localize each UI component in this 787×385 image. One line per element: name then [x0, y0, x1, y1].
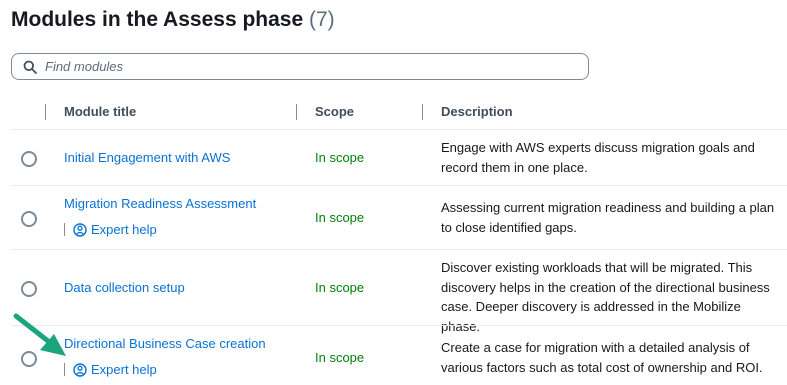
row-divider — [11, 129, 787, 130]
expert-help-link[interactable]: Expert help — [64, 222, 157, 237]
scope-status: In scope — [315, 210, 365, 225]
module-count: (7) — [309, 8, 335, 31]
row-divider — [11, 185, 787, 186]
column-separator[interactable] — [422, 104, 423, 120]
row-divider — [11, 325, 787, 326]
row-divider — [11, 249, 787, 250]
expert-help-divider — [64, 363, 65, 376]
expert-help-label: Expert help — [91, 222, 157, 237]
module-description: Create a case for migration with a detai… — [441, 340, 763, 375]
column-header-module-title[interactable]: Module title — [64, 104, 136, 119]
expert-help-link[interactable]: Expert help — [64, 362, 157, 377]
module-description: Assessing current migration readiness an… — [441, 200, 775, 235]
row-select-radio[interactable] — [21, 211, 37, 227]
scope-status: In scope — [315, 350, 365, 365]
expert-help-icon — [73, 222, 87, 237]
expert-help-divider — [64, 223, 65, 236]
column-separator — [45, 104, 46, 120]
module-title-link[interactable]: Initial Engagement with AWS — [64, 150, 230, 165]
module-description: Engage with AWS experts discuss migratio… — [441, 140, 755, 175]
row-select-radio[interactable] — [21, 281, 37, 297]
scope-status: In scope — [315, 150, 365, 165]
expert-help-icon — [73, 362, 87, 377]
scope-status: In scope — [315, 280, 365, 295]
row-select-radio[interactable] — [21, 151, 37, 167]
module-title-link[interactable]: Migration Readiness Assessment — [64, 196, 256, 211]
search-placeholder: Find modules — [45, 59, 124, 74]
page-heading: Modules in the Assess phase (7) — [11, 8, 335, 32]
module-title-link[interactable]: Directional Business Case creation — [64, 336, 266, 351]
column-separator[interactable] — [296, 104, 297, 120]
pointer-arrow-icon — [13, 313, 66, 356]
column-header-description[interactable]: Description — [441, 104, 513, 119]
column-header-scope[interactable]: Scope — [315, 104, 354, 119]
module-title-link[interactable]: Data collection setup — [64, 280, 185, 295]
page-title: Modules in the Assess phase — [11, 8, 304, 31]
search-icon — [23, 60, 37, 74]
search-input[interactable]: Find modules — [11, 53, 589, 80]
expert-help-label: Expert help — [91, 362, 157, 377]
